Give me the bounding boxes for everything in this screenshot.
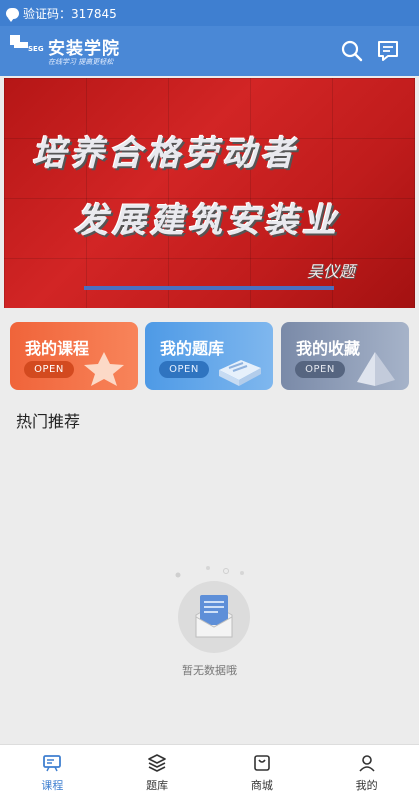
- tab-shop[interactable]: 商城: [210, 745, 315, 800]
- message-icon: [6, 7, 19, 22]
- banner-line-1: 培养合格劳动者: [32, 134, 298, 174]
- tab-mine[interactable]: 我的: [314, 745, 419, 800]
- seg-logo: SEG: [10, 35, 44, 57]
- empty-state-text: 暂无数据哦: [182, 664, 237, 677]
- layers-icon: [148, 753, 166, 772]
- tab-question-bank[interactable]: 题库: [105, 745, 210, 800]
- tab-label: 题库: [146, 778, 169, 792]
- bottom-tab-bar: 课程 题库 商城 我的: [0, 744, 419, 800]
- tab-label: 课程: [41, 778, 64, 792]
- quick-entry-cards: 我的课程 OPEN 我的题库 OPEN 我的收藏 OPEN: [10, 322, 409, 390]
- tab-course[interactable]: 课程: [0, 745, 105, 800]
- banner-line-2: 发展建筑安装业: [74, 201, 340, 241]
- open-button[interactable]: OPEN: [295, 361, 345, 378]
- brand-title: 安装学院: [48, 39, 120, 59]
- my-courses-card[interactable]: 我的课程 OPEN: [10, 322, 138, 390]
- user-icon: [359, 754, 375, 772]
- shop-icon: [254, 754, 270, 771]
- my-question-bank-card[interactable]: 我的题库 OPEN: [145, 322, 273, 390]
- course-icon: [43, 754, 62, 771]
- verification-code-text: 验证码：317845: [23, 6, 117, 21]
- search-icon[interactable]: [340, 39, 364, 63]
- app-header: SEG 安装学院 在线学习 提高更轻松: [0, 26, 419, 76]
- star-icon: [84, 352, 124, 386]
- document-icon: [219, 360, 261, 386]
- open-button[interactable]: OPEN: [24, 361, 74, 378]
- brand-slogan: 在线学习 提高更轻松: [48, 58, 114, 66]
- section-title-hot: 热门推荐: [16, 412, 81, 431]
- feedback-icon[interactable]: [376, 39, 400, 63]
- banner-signature: 吴仪题: [306, 262, 355, 281]
- banner-divider: [84, 286, 334, 290]
- status-bar: 验证码：317845: [0, 0, 419, 26]
- empty-inbox-icon: [175, 566, 250, 653]
- banner-carousel[interactable]: 培养合格劳动者 发展建筑安装业 吴仪题: [4, 78, 415, 308]
- tab-label: 我的: [355, 778, 378, 792]
- my-favorites-card[interactable]: 我的收藏 OPEN: [281, 322, 409, 390]
- tab-label: 商城: [250, 778, 273, 792]
- open-button[interactable]: OPEN: [159, 361, 209, 378]
- pyramid-icon: [357, 352, 395, 386]
